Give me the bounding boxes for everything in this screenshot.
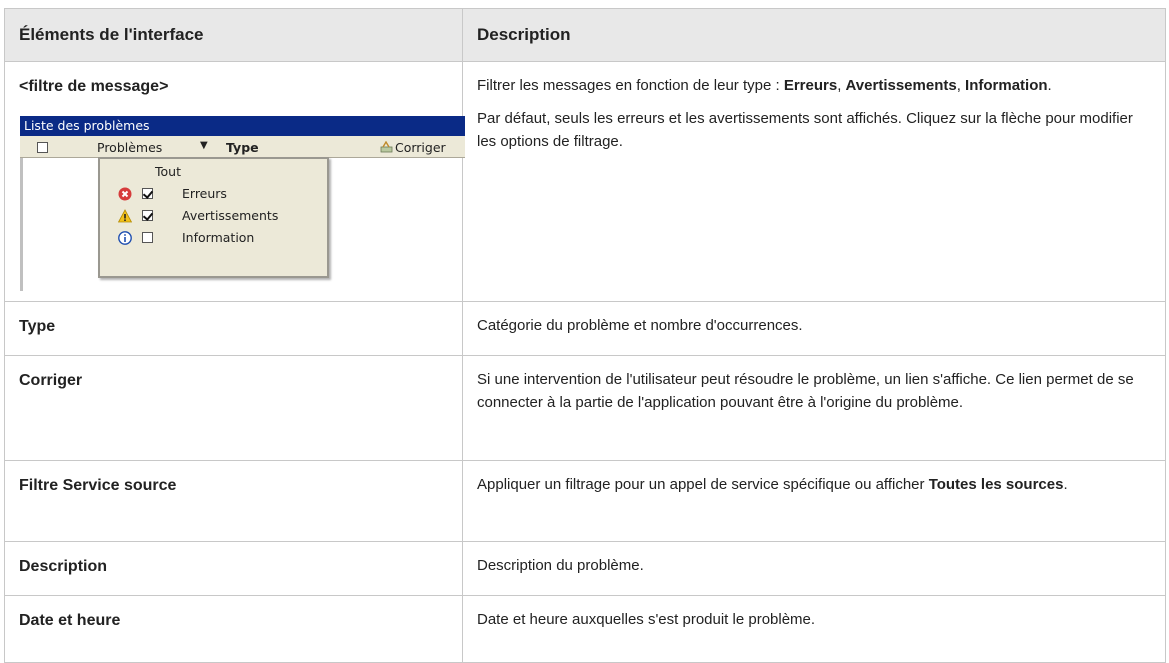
table-row: Type Catégorie du problème et nombre d'o… (4, 301, 1166, 356)
row-name-datetime: Date et heure (4, 595, 463, 663)
problem-list-screenshot: Liste des problèmes Problèmes ▼ Type Cor… (20, 116, 465, 291)
table-row: Corriger Si une intervention de l'utilis… (4, 355, 1166, 461)
interface-elements-table: Éléments de l'interface Description <fil… (4, 8, 1166, 663)
errors-checkbox[interactable] (142, 188, 153, 199)
menu-item-errors[interactable]: Erreurs (100, 183, 327, 205)
menu-item-errors-label: Erreurs (182, 186, 227, 201)
source-desc-text: Appliquer un filtrage pour un appel de s… (477, 476, 929, 493)
filter-desc-sep2: , (956, 77, 966, 94)
filter-dropdown-menu: Tout Erreurs Avertissements Information (98, 157, 329, 278)
row-desc-cell: Filtrer les messages en fonction de leur… (462, 61, 1166, 302)
info-icon (118, 231, 132, 245)
row-name-source: Filtre Service source (4, 460, 463, 542)
menu-item-information-label: Information (182, 230, 255, 245)
column-header-elements: Éléments de l'interface (4, 8, 463, 62)
filter-desc-information: Information (965, 77, 1048, 94)
fix-icon (380, 141, 393, 153)
row-name-description: Description (4, 541, 463, 596)
menu-item-information[interactable]: Information (100, 227, 327, 249)
filter-desc-text: Filtrer les messages en fonction de leur… (477, 77, 784, 94)
select-all-checkbox[interactable] (37, 142, 48, 153)
table-row: Description Description du problème. (4, 541, 1166, 596)
filter-default-note: Par défaut, seuls les erreurs et les ave… (477, 110, 1133, 150)
filter-desc-errors: Erreurs (783, 77, 838, 94)
screenshot-title-bar: Liste des problèmes (20, 116, 465, 136)
column-header-description: Description (462, 8, 1166, 62)
filter-desc-sep: , (837, 77, 846, 94)
fix-column-label[interactable]: Corriger (395, 140, 446, 155)
row-desc-fix: Si une intervention de l'utilisateur peu… (462, 355, 1166, 461)
filter-description: Filtrer les messages en fonction de leur… (477, 74, 1151, 97)
row-name-filter: <filtre de message> (19, 78, 169, 95)
menu-item-all-label: Tout (155, 164, 181, 179)
row-desc-description: Description du problème. (462, 541, 1166, 596)
row-desc-source-cell: Appliquer un filtrage pour un appel de s… (462, 460, 1166, 542)
screenshot-left-edge (20, 158, 23, 291)
information-checkbox[interactable] (142, 232, 153, 243)
problems-column-label[interactable]: Problèmes (97, 140, 162, 155)
warnings-checkbox[interactable] (142, 210, 153, 221)
row-desc-datetime: Date et heure auxquelles s'est produit l… (462, 595, 1166, 663)
table-row: Filtre Service source Appliquer un filtr… (4, 460, 1166, 542)
type-column-label[interactable]: Type (226, 140, 259, 155)
menu-item-warnings[interactable]: Avertissements (100, 205, 327, 227)
table-row: <filtre de message> Liste des problèmes … (4, 61, 1166, 302)
table-header-row: Éléments de l'interface Description (4, 8, 1166, 62)
menu-item-all[interactable]: Tout (100, 161, 327, 183)
table-row: Date et heure Date et heure auxquelles s… (4, 595, 1166, 663)
menu-item-warnings-label: Avertissements (182, 208, 279, 223)
source-desc-end: . (1063, 476, 1068, 493)
chevron-down-icon[interactable]: ▼ (200, 140, 208, 151)
source-desc-all-sources: Toutes les sources (928, 476, 1064, 493)
row-name-fix: Corriger (4, 355, 463, 461)
filter-desc-end: . (1047, 77, 1052, 94)
filter-desc-warnings: Avertissements (845, 77, 957, 94)
row-name-type: Type (4, 301, 463, 356)
warning-icon (118, 209, 132, 223)
row-desc-type: Catégorie du problème et nombre d'occurr… (462, 301, 1166, 356)
row-name-cell: <filtre de message> Liste des problèmes … (4, 61, 465, 302)
error-icon (118, 187, 132, 201)
